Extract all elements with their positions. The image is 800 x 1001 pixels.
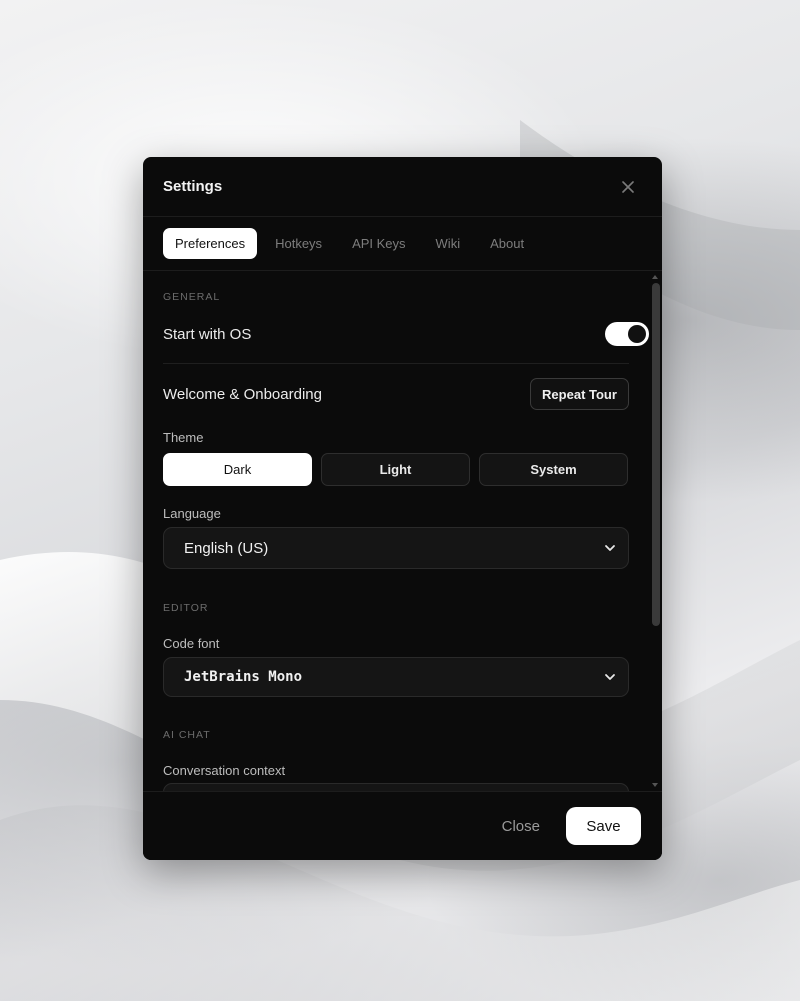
language-label: Language [163,506,221,521]
theme-system-button[interactable]: System [479,453,628,486]
save-button[interactable]: Save [566,807,641,845]
close-icon[interactable] [614,173,642,201]
start-with-os-label: Start with OS [163,326,252,343]
section-label-general: GENERAL [163,291,221,303]
theme-dark-button[interactable]: Dark [163,453,312,486]
tab-preferences[interactable]: Preferences [163,228,258,259]
code-font-select[interactable]: JetBrains Mono [163,657,629,697]
language-value: English (US) [184,539,269,557]
language-select[interactable]: English (US) [163,527,629,569]
conversation-context-label: Conversation context [163,763,286,778]
tab-about[interactable]: About [478,228,536,259]
start-with-os-toggle[interactable] [605,322,649,346]
chevron-down-icon [605,545,615,551]
code-font-label: Code font [163,636,220,651]
section-label-ai-chat: AI CHAT [163,729,211,741]
dialog-footer: Close Save [143,791,662,860]
theme-label: Theme [163,430,204,445]
toggle-knob [628,325,646,343]
tab-api-keys[interactable]: API Keys [340,228,417,259]
settings-scroll-area[interactable]: GENERAL Start with OS Welcome & Onboardi… [143,271,662,791]
code-font-value: JetBrains Mono [184,669,303,685]
tab-wiki[interactable]: Wiki [424,228,473,259]
repeat-tour-button[interactable]: Repeat Tour [530,378,629,410]
dialog-header: Settings [143,157,662,217]
chevron-down-icon [605,674,615,680]
onboarding-label: Welcome & Onboarding [163,386,322,403]
tab-hotkeys[interactable]: Hotkeys [263,228,334,259]
settings-dialog: Settings Preferences Hotkeys API Keys Wi… [143,157,662,860]
scroll-up-icon[interactable] [652,275,658,279]
section-label-editor: EDITOR [163,602,209,614]
scrollbar-thumb[interactable] [652,283,660,626]
close-button[interactable]: Close [502,818,540,835]
tab-bar: Preferences Hotkeys API Keys Wiki About [143,217,662,271]
theme-light-button[interactable]: Light [321,453,470,486]
divider [163,363,629,364]
dialog-title: Settings [163,178,223,195]
theme-selector: Dark Light System [163,453,628,486]
conversation-context-select[interactable] [163,783,629,791]
scroll-down-icon[interactable] [652,783,658,787]
